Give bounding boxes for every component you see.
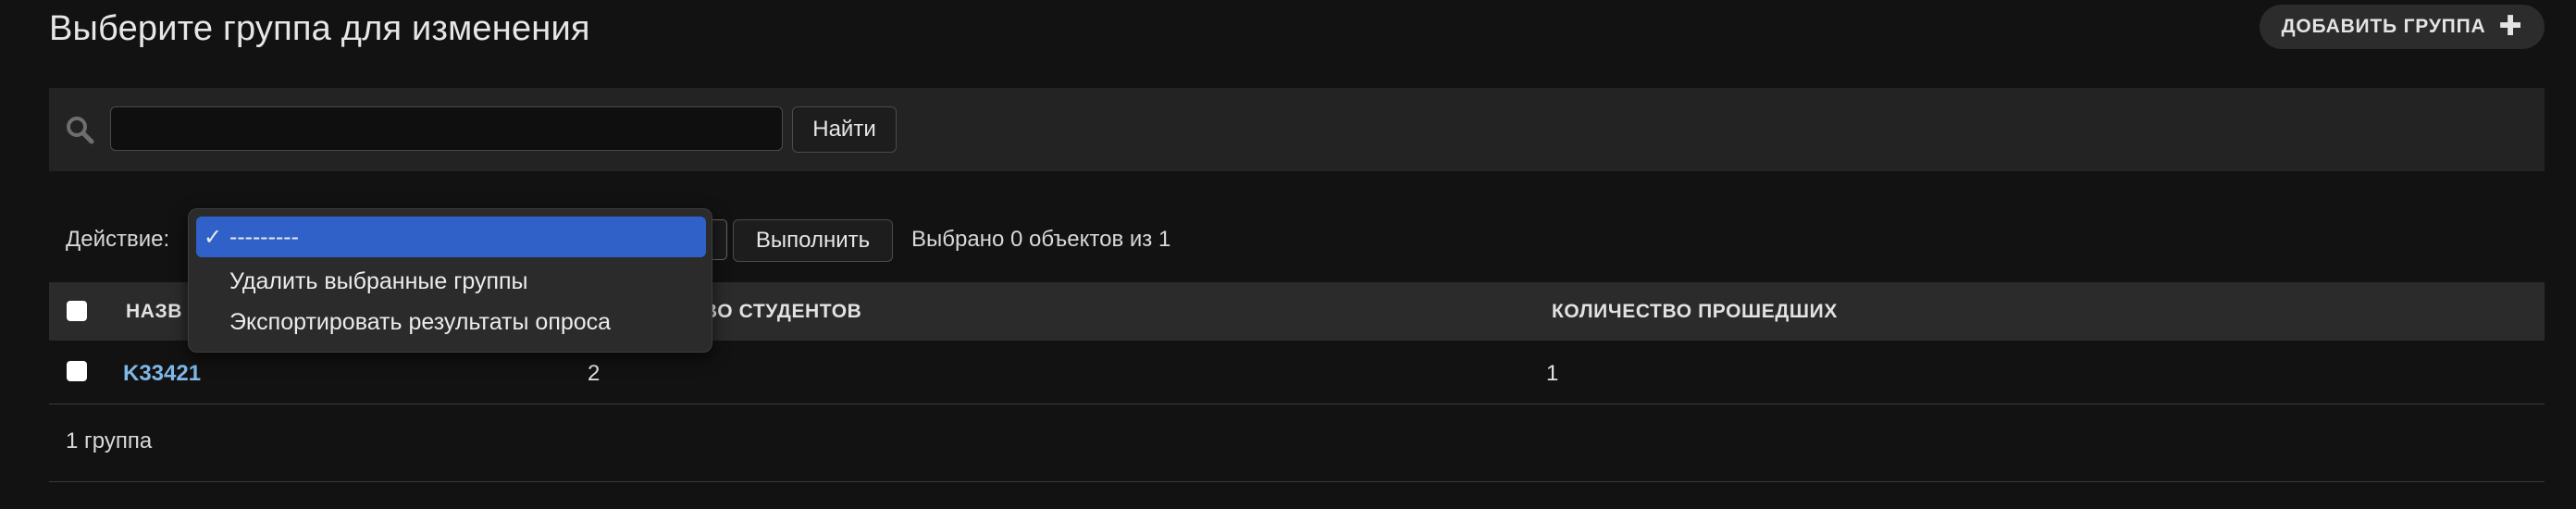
run-action-button[interactable]: Выполнить [733, 219, 893, 262]
admin-change-list: Выберите группа для изменения ДОБАВИТЬ Г… [0, 0, 2576, 509]
action-option-label: Удалить выбранные группы [229, 267, 528, 294]
page-title: Выберите группа для изменения [49, 9, 590, 48]
checkmark-icon: ✓ [204, 224, 223, 250]
students-count: 2 [588, 361, 601, 386]
action-option-label: --------- [229, 223, 299, 250]
column-header-name[interactable]: НАЗВ [126, 301, 182, 323]
search-input[interactable] [110, 106, 783, 151]
add-group-button-label: ДОБАВИТЬ ГРУППА [2281, 16, 2486, 37]
column-header-passed[interactable]: КОЛИЧЕСТВО ПРОШЕДШИХ [1552, 301, 1838, 323]
selection-counter: Выбрано 0 объектов из 1 [911, 227, 1171, 252]
action-option-label: Экспортировать результаты опроса [229, 308, 612, 335]
select-all-checkbox[interactable] [67, 301, 87, 321]
result-count: 1 группа [66, 428, 153, 453]
plus-icon: ✚ [2498, 11, 2523, 42]
column-header-students[interactable]: ВО СТУДЕНТОВ [703, 301, 861, 323]
action-option-export[interactable]: Экспортировать результаты опроса [196, 302, 706, 342]
action-option-delete[interactable]: Удалить выбранные группы [196, 261, 706, 302]
row-checkbox[interactable] [67, 361, 87, 381]
paginator: 1 группа [49, 412, 2545, 482]
search-icon [67, 117, 94, 144]
action-option-none[interactable]: ✓ --------- [196, 217, 706, 257]
action-dropdown-menu: ✓ --------- Удалить выбранные группы Экс… [188, 208, 712, 353]
search-button[interactable]: Найти [792, 106, 897, 153]
passed-count: 1 [1546, 361, 1559, 386]
group-name-link[interactable]: K33421 [123, 361, 201, 387]
action-label: Действие: [66, 227, 170, 252]
add-group-button[interactable]: ДОБАВИТЬ ГРУППА ✚ [2260, 5, 2545, 49]
search-toolbar: Найти [49, 88, 2545, 171]
